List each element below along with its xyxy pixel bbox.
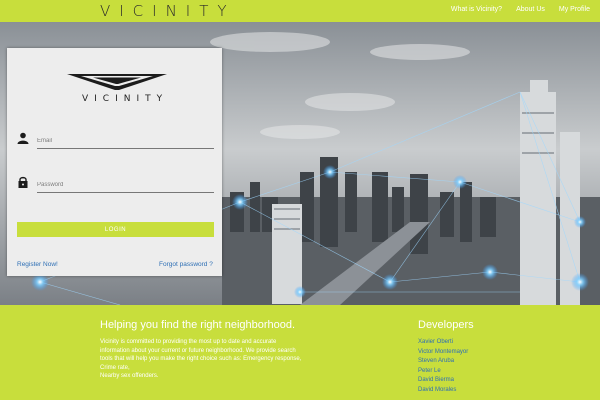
top-bar: VICINITY What is Vicinity? About Us My P… [0,0,600,22]
description-line: Nearby sex offenders. [100,373,159,379]
developer-link[interactable]: Victor Montemayor [418,348,468,358]
developers-title: Developers [418,319,474,331]
description-line: information about your current or future… [100,347,296,354]
password-input[interactable] [37,178,214,193]
email-input[interactable] [37,134,214,149]
main-nav: What is Vicinity? About Us My Profile [451,6,590,13]
register-link[interactable]: Register Now! [17,261,58,268]
logo-text: VICINITY [82,94,169,104]
vicinity-logo-mark [67,70,167,110]
password-field-row [17,176,217,196]
nav-what-is-vicinity[interactable]: What is Vicinity? [451,6,502,13]
email-field-row [17,132,217,152]
description-line: Vicinity is committed to providing the m… [100,339,277,345]
developers-list: Xavier Oberti Victor Montemayor Steven A… [418,338,468,395]
user-icon [17,132,29,144]
developer-link[interactable]: David Morales [418,386,468,396]
logo-chevron-icon [67,74,167,90]
nav-about-us[interactable]: About Us [516,6,545,13]
developer-link[interactable]: Xavier Oberti [418,338,468,348]
footer: Helping you find the right neighborhood.… [0,305,600,400]
developer-link[interactable]: Peter Le [418,367,468,377]
developer-link[interactable]: Steven Aruba [418,357,468,367]
description-line: Crime rate, [100,364,130,371]
lock-icon [18,176,28,188]
brand-logo[interactable]: VICINITY [100,2,236,20]
footer-tagline: Helping you find the right neighborhood. [100,319,296,331]
login-card: VICINITY LOGIN Register Now! Forgot pass… [7,48,222,276]
login-button[interactable]: LOGIN [17,222,214,237]
developer-link[interactable]: David Bierma [418,376,468,386]
nav-my-profile[interactable]: My Profile [559,6,590,13]
footer-description: Vicinity is committed to providing the m… [100,338,340,381]
description-line: tools that will help you make the right … [100,356,302,362]
forgot-password-link[interactable]: Forgot password ? [159,261,213,268]
